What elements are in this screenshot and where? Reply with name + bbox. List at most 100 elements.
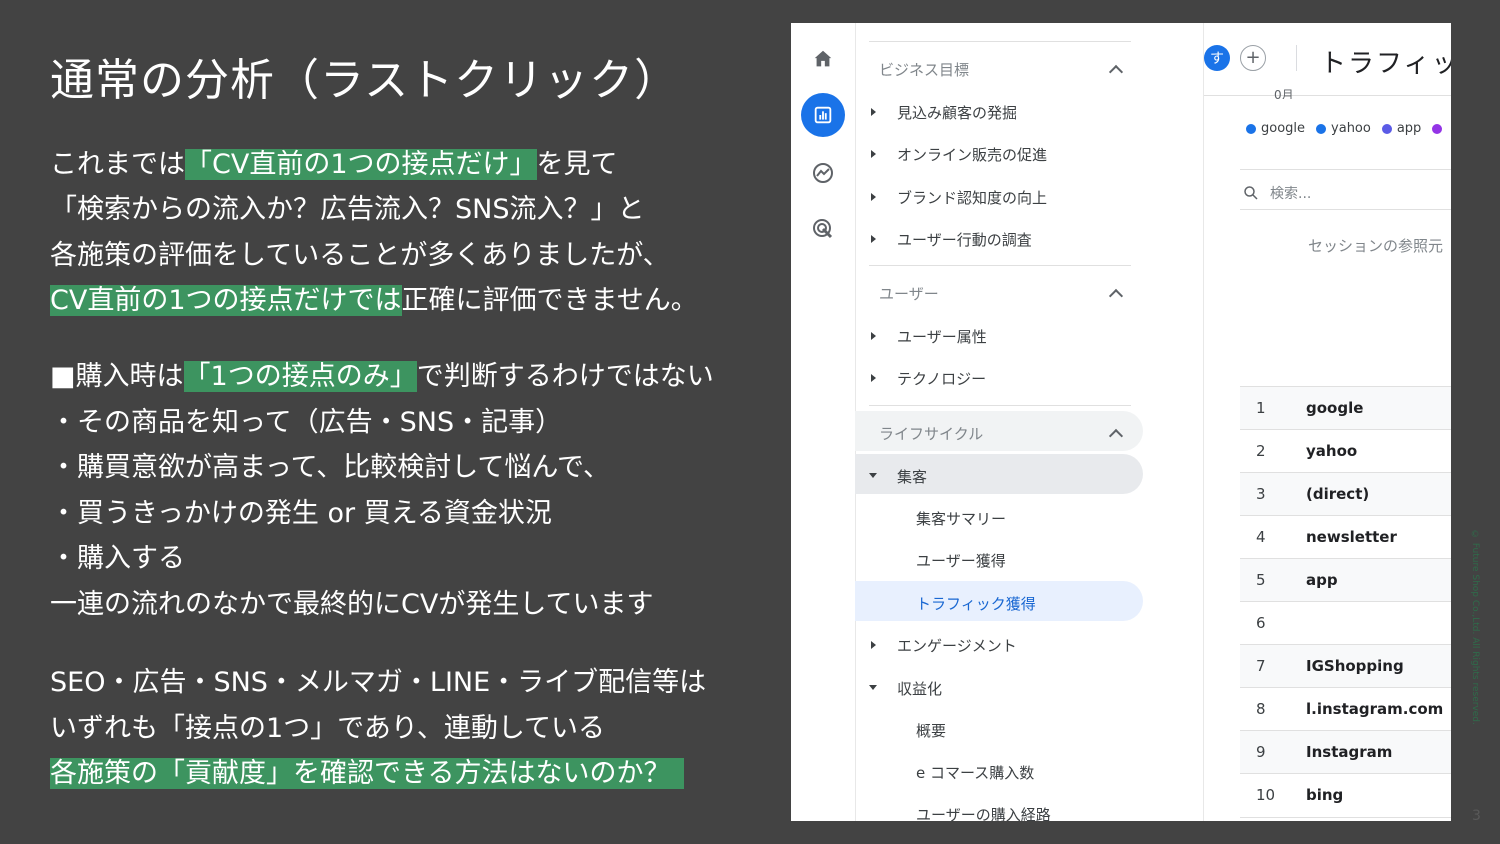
nav-divider bbox=[869, 405, 1131, 406]
expand-arrow-icon[interactable] bbox=[871, 641, 876, 649]
para2-line1-pre: ■購入時は bbox=[50, 361, 184, 392]
row-source: newsletter bbox=[1306, 528, 1397, 546]
nav-item-user-behavior[interactable]: ユーザー行動の調査 bbox=[897, 229, 1032, 250]
legend-dot bbox=[1432, 123, 1443, 134]
ga-icon-rail bbox=[791, 23, 856, 821]
collapse-arrow-icon[interactable] bbox=[869, 473, 877, 478]
table-row[interactable]: 3 (direct) bbox=[1240, 472, 1451, 516]
nav-item-traffic-acquisition[interactable]: トラフィック獲得 bbox=[916, 593, 1036, 614]
row-number: 9 bbox=[1256, 743, 1266, 761]
copyright-notice: © Future Shop Co.,Ltd. All Rights reserv… bbox=[1470, 530, 1480, 725]
expand-arrow-icon[interactable] bbox=[871, 374, 876, 382]
nav-divider bbox=[869, 265, 1131, 266]
chevron-up-icon[interactable] bbox=[1108, 64, 1124, 80]
legend-item-app: app bbox=[1381, 121, 1422, 136]
avatar[interactable]: す bbox=[1204, 45, 1230, 71]
table-row[interactable]: 5 app bbox=[1240, 558, 1451, 602]
report-title: トラフィッ bbox=[1320, 49, 1451, 79]
row-number: 4 bbox=[1256, 528, 1266, 546]
nav-section-user[interactable]: ユーザー bbox=[879, 283, 939, 304]
legend-label: yahoo bbox=[1331, 121, 1371, 136]
para2-line3: ・購買意欲が高まって、比較検討して悩んで、 bbox=[50, 452, 610, 483]
expand-arrow-icon[interactable] bbox=[871, 332, 876, 340]
table-row[interactable]: 4 newsletter bbox=[1240, 515, 1451, 559]
nav-item-ecommerce-purchases[interactable]: e コマース購入数 bbox=[916, 762, 1034, 783]
chart-legend: google yahoo app bbox=[1246, 121, 1451, 136]
nav-item-acquisition[interactable]: 集客 bbox=[897, 466, 927, 487]
para2-line5: ・購入する bbox=[50, 543, 185, 574]
row-source: yahoo bbox=[1306, 442, 1358, 460]
nav-item-technology[interactable]: テクノロジー bbox=[897, 368, 986, 389]
row-source: l.instagram.com bbox=[1306, 700, 1444, 718]
nav-item-lead-generation[interactable]: 見込み顧客の発掘 bbox=[897, 102, 1017, 123]
search-icon bbox=[1244, 186, 1258, 200]
para2-line1-highlight: 「1つの接点のみ」 bbox=[183, 361, 417, 392]
legend-label: app bbox=[1396, 121, 1422, 136]
table-row[interactable]: 1 google bbox=[1240, 386, 1451, 430]
table-search[interactable]: 検索... bbox=[1242, 183, 1311, 203]
nav-item-online-sales[interactable]: オンライン販売の促進 bbox=[897, 144, 1047, 165]
home-icon[interactable] bbox=[801, 37, 845, 81]
reports-icon[interactable] bbox=[801, 93, 845, 137]
para1-line2: 「検索からの流入か？広告流入？SNS流入？」と bbox=[50, 194, 645, 225]
row-number: 10 bbox=[1256, 786, 1276, 804]
expand-arrow-icon[interactable] bbox=[871, 235, 876, 243]
explore-icon[interactable] bbox=[801, 151, 845, 195]
legend-dot bbox=[1246, 123, 1256, 134]
table-row[interactable]: 8 l.instagram.com bbox=[1240, 687, 1451, 731]
advertising-icon[interactable] bbox=[801, 207, 845, 251]
add-comparison-button[interactable]: + bbox=[1240, 45, 1266, 71]
expand-arrow-icon[interactable] bbox=[871, 108, 876, 116]
row-source: google bbox=[1306, 399, 1364, 417]
chevron-up-icon[interactable] bbox=[1108, 288, 1124, 304]
legend-label: google bbox=[1261, 121, 1306, 136]
nav-item-monetization-overview[interactable]: 概要 bbox=[916, 720, 946, 741]
para2-line1: ■購入時は「1つの接点のみ」で判断するわけではない bbox=[50, 361, 714, 392]
table-row[interactable]: 7 IGShopping bbox=[1240, 644, 1451, 688]
table-row[interactable]: 9 Instagram bbox=[1240, 730, 1451, 774]
nav-item-monetization[interactable]: 収益化 bbox=[897, 678, 942, 699]
ga-screenshot-panel: ビジネス目標 見込み顧客の発掘 オンライン販売の促進 ブランド認知度の向上 ユー… bbox=[791, 23, 1451, 821]
search-input[interactable]: 検索... bbox=[1270, 183, 1311, 203]
para1-line4: CV直前の1つの接点だけでは正確に評価できません。 bbox=[50, 285, 698, 316]
para2-line6: 一連の流れのなかで最終的にCVが発生しています bbox=[50, 589, 654, 620]
collapse-arrow-icon[interactable] bbox=[869, 685, 877, 690]
row-number: 6 bbox=[1256, 614, 1266, 632]
legend-dot bbox=[1381, 123, 1392, 134]
nav-item-acquisition-overview[interactable]: 集客サマリー bbox=[916, 508, 1006, 529]
nav-divider bbox=[869, 41, 1131, 42]
para1-line4-post: 正確に評価できません。 bbox=[401, 285, 698, 316]
row-source: IGShopping bbox=[1306, 657, 1404, 675]
row-number: 7 bbox=[1256, 657, 1266, 675]
para1-line1-pre: これまでは bbox=[50, 149, 185, 180]
expand-arrow-icon[interactable] bbox=[871, 150, 876, 158]
para1-line1-post: を見て bbox=[536, 149, 618, 180]
nav-item-demographics[interactable]: ユーザー属性 bbox=[897, 326, 987, 347]
table-row[interactable]: 6 bbox=[1240, 601, 1451, 645]
column-header-session-source[interactable]: セッションの参照元 bbox=[1308, 235, 1443, 256]
para1-line3: 各施策の評価をしていることが多くありましたが、 bbox=[50, 240, 670, 271]
nav-item-brand-awareness[interactable]: ブランド認知度の向上 bbox=[897, 187, 1047, 208]
nav-section-lifecycle[interactable]: ライフサイクル bbox=[879, 423, 983, 444]
nav-item-purchase-journey[interactable]: ユーザーの購入経路 bbox=[916, 804, 1051, 821]
table-row[interactable]: 10 bing bbox=[1240, 773, 1451, 818]
nav-item-engagement[interactable]: エンゲージメント bbox=[897, 635, 1017, 656]
expand-arrow-icon[interactable] bbox=[871, 193, 876, 201]
search-rule bbox=[1240, 169, 1451, 170]
legend-item-google: google bbox=[1246, 121, 1305, 136]
para1-line1-highlight: 「CV直前の1つの接点だけ」 bbox=[185, 149, 537, 180]
header-divider bbox=[1296, 45, 1297, 71]
para3-line1: SEO・広告・SNS・メルマガ・LINE・ライブ配信等は bbox=[50, 667, 707, 698]
report-content: す + トラフィッ 0月 google yahoo app 検索... セッショ… bbox=[1204, 23, 1451, 821]
para1-line1: これまでは「CV直前の1つの接点だけ」を見て bbox=[50, 149, 618, 180]
para2-line2: ・その商品を知って（広告・SNS・記事） bbox=[50, 407, 563, 438]
legend-dot bbox=[1316, 123, 1327, 134]
para3-line2: いずれも「接点の1つ」であり、連動している bbox=[50, 713, 606, 744]
para3-line3: 各施策の「貢献度」を確認できる方法はないのか？ bbox=[50, 758, 685, 789]
para2-line4: ・買うきっかけの発生 or 買える資金状況 bbox=[50, 498, 552, 529]
row-source: bing bbox=[1306, 786, 1344, 804]
row-number: 1 bbox=[1256, 399, 1266, 417]
table-row[interactable]: 2 yahoo bbox=[1240, 429, 1451, 473]
nav-item-user-acquisition[interactable]: ユーザー獲得 bbox=[916, 550, 1006, 571]
nav-section-business-goals[interactable]: ビジネス目標 bbox=[879, 59, 969, 80]
